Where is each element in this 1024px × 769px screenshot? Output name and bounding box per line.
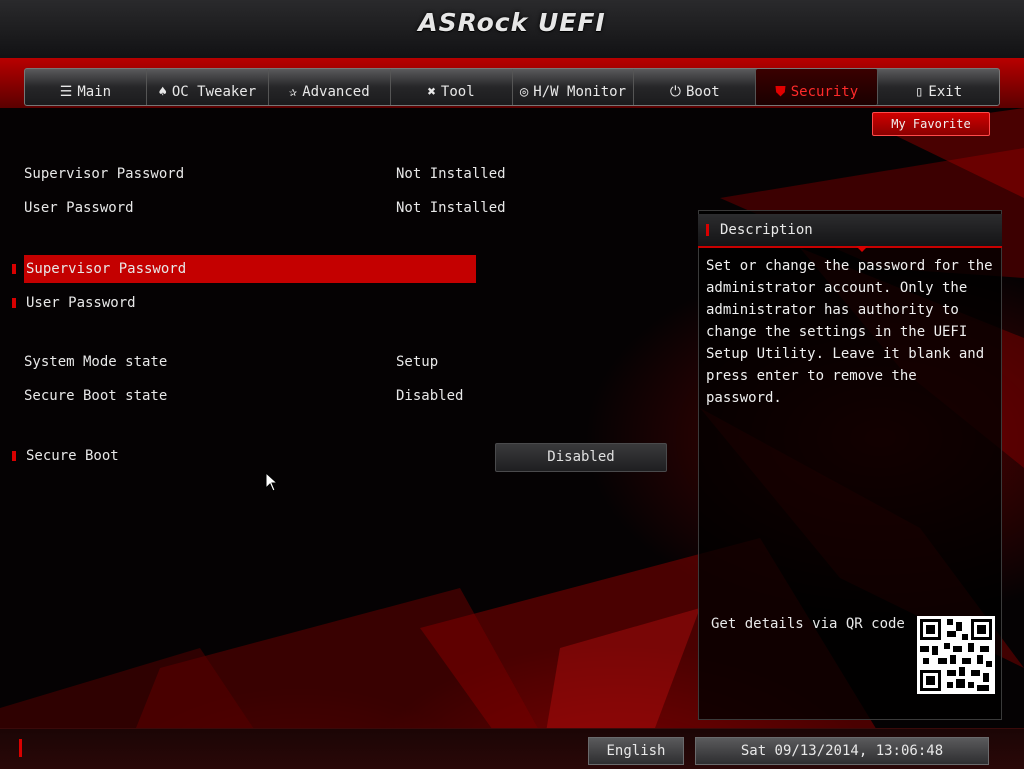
list-icon: ☰ [59,84,73,100]
tab-label: Advanced [302,84,370,100]
mouse-cursor-icon [265,472,279,492]
tab-hw-monitor[interactable]: ◎ H/W Monitor [513,69,635,105]
setting-label: Secure Boot state [24,388,168,404]
user-password-item[interactable]: User Password [0,289,480,317]
power-icon: ⏻ [669,84,681,100]
tab-label: H/W Monitor [533,84,627,100]
item-marker [12,298,16,308]
star-icon: ✰ [288,84,298,100]
date-time-display: Sat 09/13/2014, 13:06:48 [695,737,989,765]
setting-label: System Mode state [24,354,168,370]
description-text: Set or change the password for the admin… [706,258,993,406]
system-mode-state-row: System Mode state Setup [0,348,680,376]
setting-label: Secure Boot [26,448,119,464]
tab-exit[interactable]: ▯ Exit [878,69,999,105]
secure-boot-dropdown[interactable]: Disabled [495,443,667,472]
header-marker [706,224,709,236]
item-marker [12,451,16,461]
setting-value: Not Installed [396,200,506,216]
setting-label: User Password [26,295,136,311]
supervisor-password-status-row: Supervisor Password Not Installed [0,160,680,188]
setting-label: Supervisor Password [26,261,187,277]
tab-security[interactable]: ⛊ Security [756,69,879,105]
language-button[interactable]: English [588,737,684,765]
tab-label: Tool [440,84,475,100]
tab-label: OC Tweaker [171,84,257,100]
footer-marker [19,739,22,757]
asrock-uefi-logo: ASRock UEFI [418,8,606,37]
description-title: Description [720,222,813,238]
main-tab-bar: ☰ Main ♠ OC Tweaker ✰ Advanced ✖ Tool ◎ … [24,68,1000,106]
qr-code-icon [917,616,995,694]
tab-label: Main [77,84,112,100]
setting-label: Supervisor Password [24,166,185,182]
secure-boot-state-row: Secure Boot state Disabled [0,382,680,410]
setting-label: User Password [24,200,134,216]
tab-tool[interactable]: ✖ Tool [391,69,513,105]
supervisor-password-item[interactable]: Supervisor Password [0,255,480,283]
tab-boot[interactable]: ⏻ Boot [634,69,757,105]
qr-label: Get details via QR code [711,616,905,632]
setting-value: Setup [396,354,439,370]
tab-advanced[interactable]: ✰ Advanced [269,69,391,105]
user-password-status-row: User Password Not Installed [0,194,680,222]
secure-boot-item[interactable]: Secure Boot [0,442,480,470]
tab-label: Boot [685,84,720,100]
my-favorite-button[interactable]: My Favorite [872,112,990,136]
tab-label: Security [790,84,859,100]
tab-oc-tweaker[interactable]: ♠ OC Tweaker [147,69,269,105]
description-header: Description [698,214,1002,248]
tab-main[interactable]: ☰ Main [25,69,147,105]
description-notch [856,246,868,252]
setting-value: Not Installed [396,166,506,182]
rocket-icon: ♠ [158,84,167,100]
monitor-icon: ◎ [519,84,529,100]
tab-label: Exit [928,84,963,100]
item-marker [12,264,16,274]
tools-icon: ✖ [427,84,436,100]
shield-icon: ⛊ [775,84,786,100]
setting-value: Disabled [396,388,464,404]
exit-icon: ▯ [914,84,924,100]
